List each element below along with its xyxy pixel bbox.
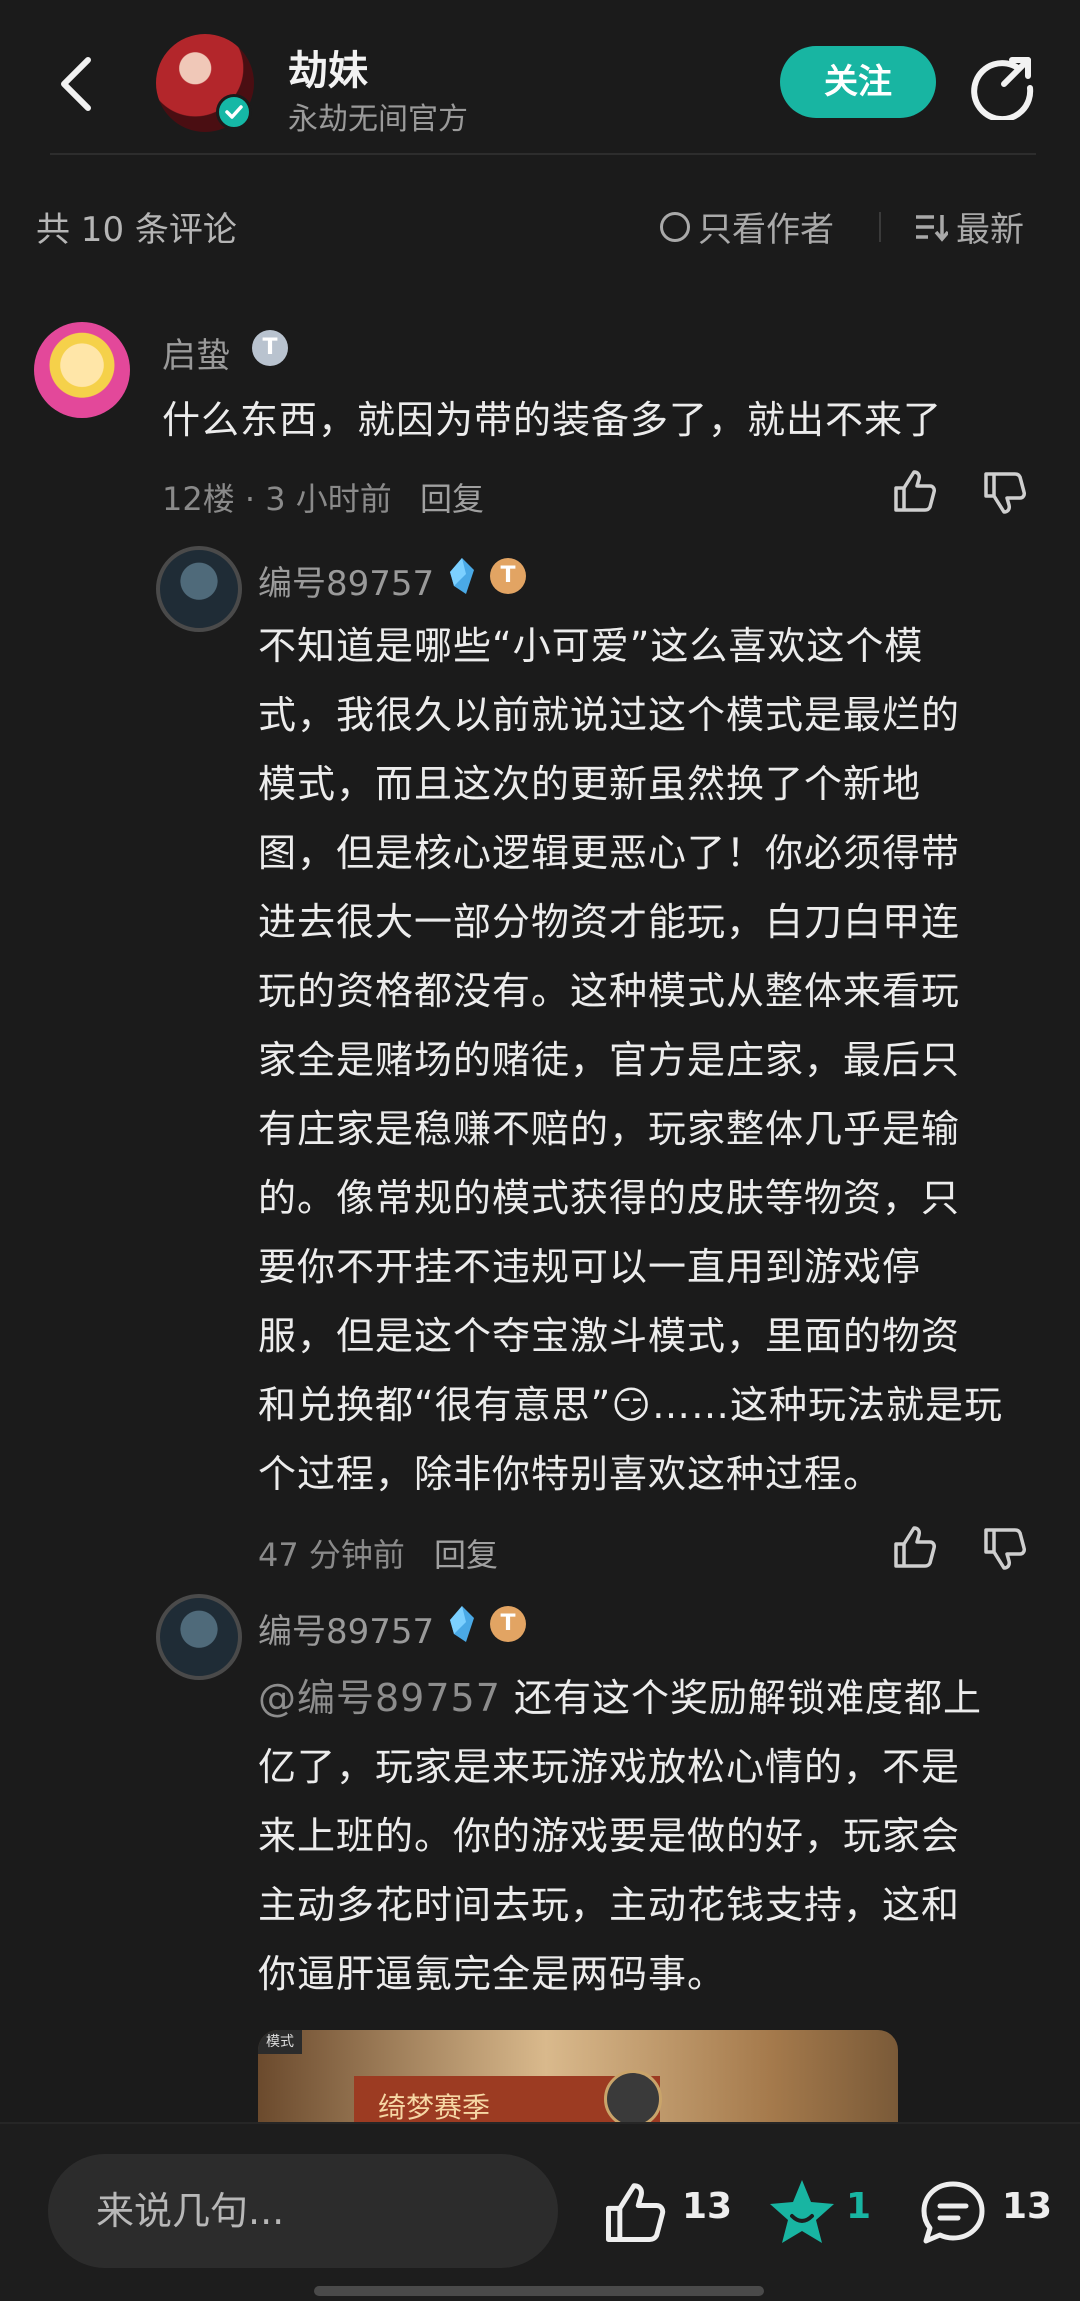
comment-line: 和兑换都“很有意思”😏……这种玩法就是玩 xyxy=(258,1383,1003,1427)
comment-line: 亿了，玩家是来玩游戏放松心情的，不是 xyxy=(258,1745,961,1789)
author-only-toggle[interactable]: 只看作者 xyxy=(660,202,834,251)
comment-text: 不知道是哪些“小可爱”这么喜欢这个模 式，我很久以前就说过这个模式是最烂的 模式… xyxy=(258,612,1003,1509)
author-name[interactable]: 劫妹 xyxy=(288,38,368,96)
comment-line: 服，但是这个夺宝激斗模式，里面的物资 xyxy=(258,1314,961,1358)
comment-line: @编号89757 还有这个奖励解锁难度都上 xyxy=(258,1664,982,1733)
comment-line: 不知道是哪些“小可爱”这么喜欢这个模 xyxy=(258,624,924,668)
author-subtitle: 永劫无间官方 xyxy=(288,102,468,137)
verified-icon xyxy=(216,94,252,130)
thumbs-down-icon[interactable] xyxy=(980,1524,1028,1572)
sort-icon xyxy=(916,214,948,242)
crystal-badge-icon xyxy=(450,1606,474,1642)
like-count: 13 xyxy=(682,2186,733,2227)
favorite-icon[interactable] xyxy=(766,2176,838,2248)
reply-button[interactable]: 回复 xyxy=(420,474,484,520)
comment-count-label: 共 10 条评论 xyxy=(36,210,237,250)
share-icon[interactable] xyxy=(968,50,1038,120)
thumbs-up-icon[interactable] xyxy=(890,1524,938,1572)
comment-meta: 12楼 · 3 小时前 xyxy=(162,480,392,518)
commenter-avatar[interactable] xyxy=(156,1594,242,1680)
comment-line: 要你不开挂不违规可以一直用到游戏停 xyxy=(258,1245,922,1289)
comment-line: 你逼肝逼氪完全是两码事。 xyxy=(258,1952,727,1996)
commenter-name[interactable]: 启蛰 xyxy=(162,328,230,377)
comment-input[interactable]: 来说几句... xyxy=(48,2154,558,2268)
home-indicator[interactable] xyxy=(314,2286,764,2296)
commenter-avatar[interactable] xyxy=(156,546,242,632)
header-divider xyxy=(50,153,1036,155)
level-badge-icon: T xyxy=(490,1606,526,1642)
comment-line: 图，但是核心逻辑更恶心了！你必须得带 xyxy=(258,831,961,875)
favorite-count: 1 xyxy=(846,2186,872,2227)
commenter-name[interactable]: 编号89757 xyxy=(258,1604,434,1653)
comment-line: 玩的资格都没有。这种模式从整体来看玩 xyxy=(258,969,961,1013)
image-banner-text: 绮梦赛季 xyxy=(378,2091,491,2124)
follow-button[interactable]: 关注 xyxy=(780,46,936,118)
comment-count: 13 xyxy=(1002,2186,1053,2227)
sort-label: 最新 xyxy=(956,210,1024,250)
comment-line: 进去很大一部分物资才能玩，白刀白甲连 xyxy=(258,900,961,944)
filter-divider xyxy=(879,212,881,242)
thumbs-up-icon[interactable] xyxy=(890,468,938,516)
comment-icon[interactable] xyxy=(918,2178,988,2248)
radio-circle-icon xyxy=(660,211,690,242)
commenter-avatar[interactable] xyxy=(34,322,130,418)
comment-line: 式，我很久以前就说过这个模式是最烂的 xyxy=(258,693,961,737)
comment-line: 个过程，除非你特别喜欢这种过程。 xyxy=(258,1452,883,1496)
comment-line: 主动多花时间去玩，主动花钱支持，这和 xyxy=(258,1883,961,1927)
commenter-name[interactable]: 编号89757 xyxy=(258,556,434,605)
like-icon[interactable] xyxy=(600,2180,668,2248)
comment-image[interactable]: 模式 绮梦赛季 xyxy=(258,2030,898,2130)
comment-text: @编号89757 还有这个奖励解锁难度都上 亿了，玩家是来玩游戏放松心情的，不是… xyxy=(258,1664,982,2009)
comment-line-text: 还有这个奖励解锁难度都上 xyxy=(500,1676,982,1720)
comment-line: 模式，而且这次的更新虽然换了个新地 xyxy=(258,762,922,806)
reply-button[interactable]: 回复 xyxy=(434,1530,498,1576)
back-arrow-icon[interactable] xyxy=(52,54,102,114)
comment-line: 家全是赌场的赌徒，官方是庄家，最后只 xyxy=(258,1038,961,1082)
comment-meta: 47 分钟前 xyxy=(258,1536,405,1574)
image-tag: 模式 xyxy=(258,2030,302,2054)
comment-line: 有庄家是稳赚不赔的，玩家整体几乎是输 xyxy=(258,1107,961,1151)
author-only-label: 只看作者 xyxy=(698,210,834,250)
crystal-badge-icon xyxy=(450,558,474,594)
comment-text: 什么东西，就因为带的装备多了，就出不来了 xyxy=(162,398,943,442)
sort-toggle[interactable]: 最新 xyxy=(914,202,1024,251)
thumbs-down-icon[interactable] xyxy=(980,468,1028,516)
emblem-icon xyxy=(604,2070,662,2128)
comment-line: 的。像常规的模式获得的皮肤等物资，只 xyxy=(258,1176,961,1220)
level-badge-icon: T xyxy=(490,558,526,594)
mention-link[interactable]: @编号89757 xyxy=(258,1676,501,1720)
level-badge-icon: T xyxy=(252,330,288,366)
comment-line: 来上班的。你的游戏要是做的好，玩家会 xyxy=(258,1814,961,1858)
